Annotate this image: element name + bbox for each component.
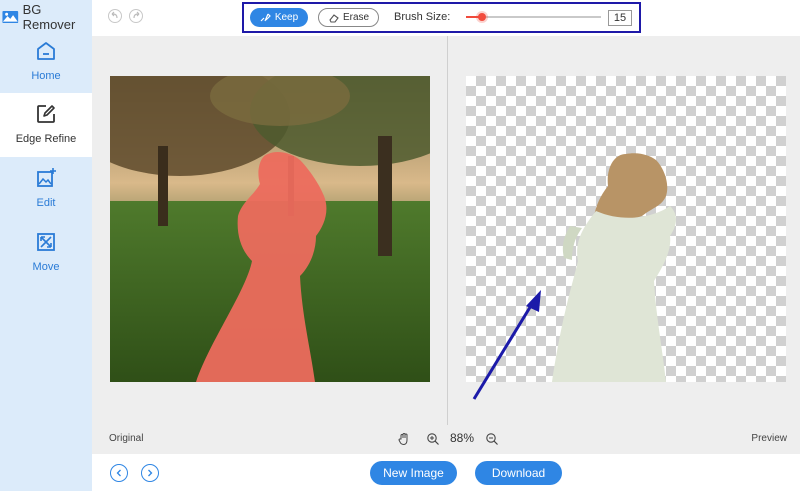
preview-label: Preview: [751, 433, 787, 444]
home-icon: [37, 42, 55, 60]
bottom-bar: New Image Download: [92, 454, 800, 491]
app-window: BG Remover Home Edge Refine Edit Move Ke…: [0, 0, 800, 491]
sidebar-item-label: Move: [32, 261, 60, 273]
app-logo-icon: [2, 10, 19, 24]
next-button[interactable]: [141, 464, 159, 482]
sidebar-item-label: Edge Refine: [15, 133, 77, 145]
previous-button[interactable]: [110, 464, 128, 482]
eraser-icon: [329, 13, 339, 23]
sidebar-item-edit[interactable]: Edit: [0, 157, 92, 221]
brush-size-slider-thumb[interactable]: [478, 13, 487, 21]
redo-icon: [133, 11, 140, 19]
brush-size-input[interactable]: 15: [608, 10, 632, 26]
sidebar-item-edge-refine[interactable]: Edge Refine: [0, 93, 92, 157]
erase-button[interactable]: Erase: [318, 8, 379, 27]
status-strip: Original 88% Preview: [92, 425, 800, 454]
download-button[interactable]: Download: [475, 461, 562, 485]
chevron-right-icon: [148, 469, 153, 477]
move-icon: [37, 233, 55, 251]
new-image-button[interactable]: New Image: [370, 461, 457, 485]
sidebar-item-move[interactable]: Move: [0, 221, 92, 285]
zoom-level: 88%: [450, 431, 475, 445]
keep-brush-icon: [260, 13, 271, 21]
erase-label: Erase: [342, 12, 370, 23]
sidebar: BG Remover Home Edge Refine Edit Move: [0, 0, 92, 491]
brush-size-label: Brush Size:: [394, 11, 451, 23]
top-toolbar: Keep Erase Brush Size: 15: [92, 0, 800, 36]
keep-label: Keep: [274, 12, 299, 23]
zoom-out-icon[interactable]: [485, 432, 499, 446]
chevron-left-icon: [116, 469, 121, 477]
undo-button[interactable]: [108, 9, 122, 23]
edit-icon: [37, 168, 56, 187]
hand-pan-icon[interactable]: [397, 432, 411, 446]
sidebar-item-label: Edit: [36, 197, 56, 209]
brush-size-slider[interactable]: [466, 13, 601, 21]
redo-button[interactable]: [129, 9, 143, 23]
brush-tool-panel: Keep Erase Brush Size: 15: [242, 2, 641, 33]
sidebar-item-label: Home: [31, 70, 61, 82]
original-label: Original: [109, 433, 144, 444]
keep-button[interactable]: Keep: [250, 8, 308, 27]
brand: BG Remover: [2, 2, 92, 32]
annotation-arrow-icon: [472, 290, 541, 400]
zoom-in-icon[interactable]: [426, 432, 440, 446]
edge-refine-icon: [37, 105, 55, 123]
workspace: [92, 36, 800, 425]
undo-icon: [111, 11, 118, 19]
app-title: BG Remover: [22, 2, 76, 32]
sidebar-item-home[interactable]: Home: [0, 30, 92, 94]
